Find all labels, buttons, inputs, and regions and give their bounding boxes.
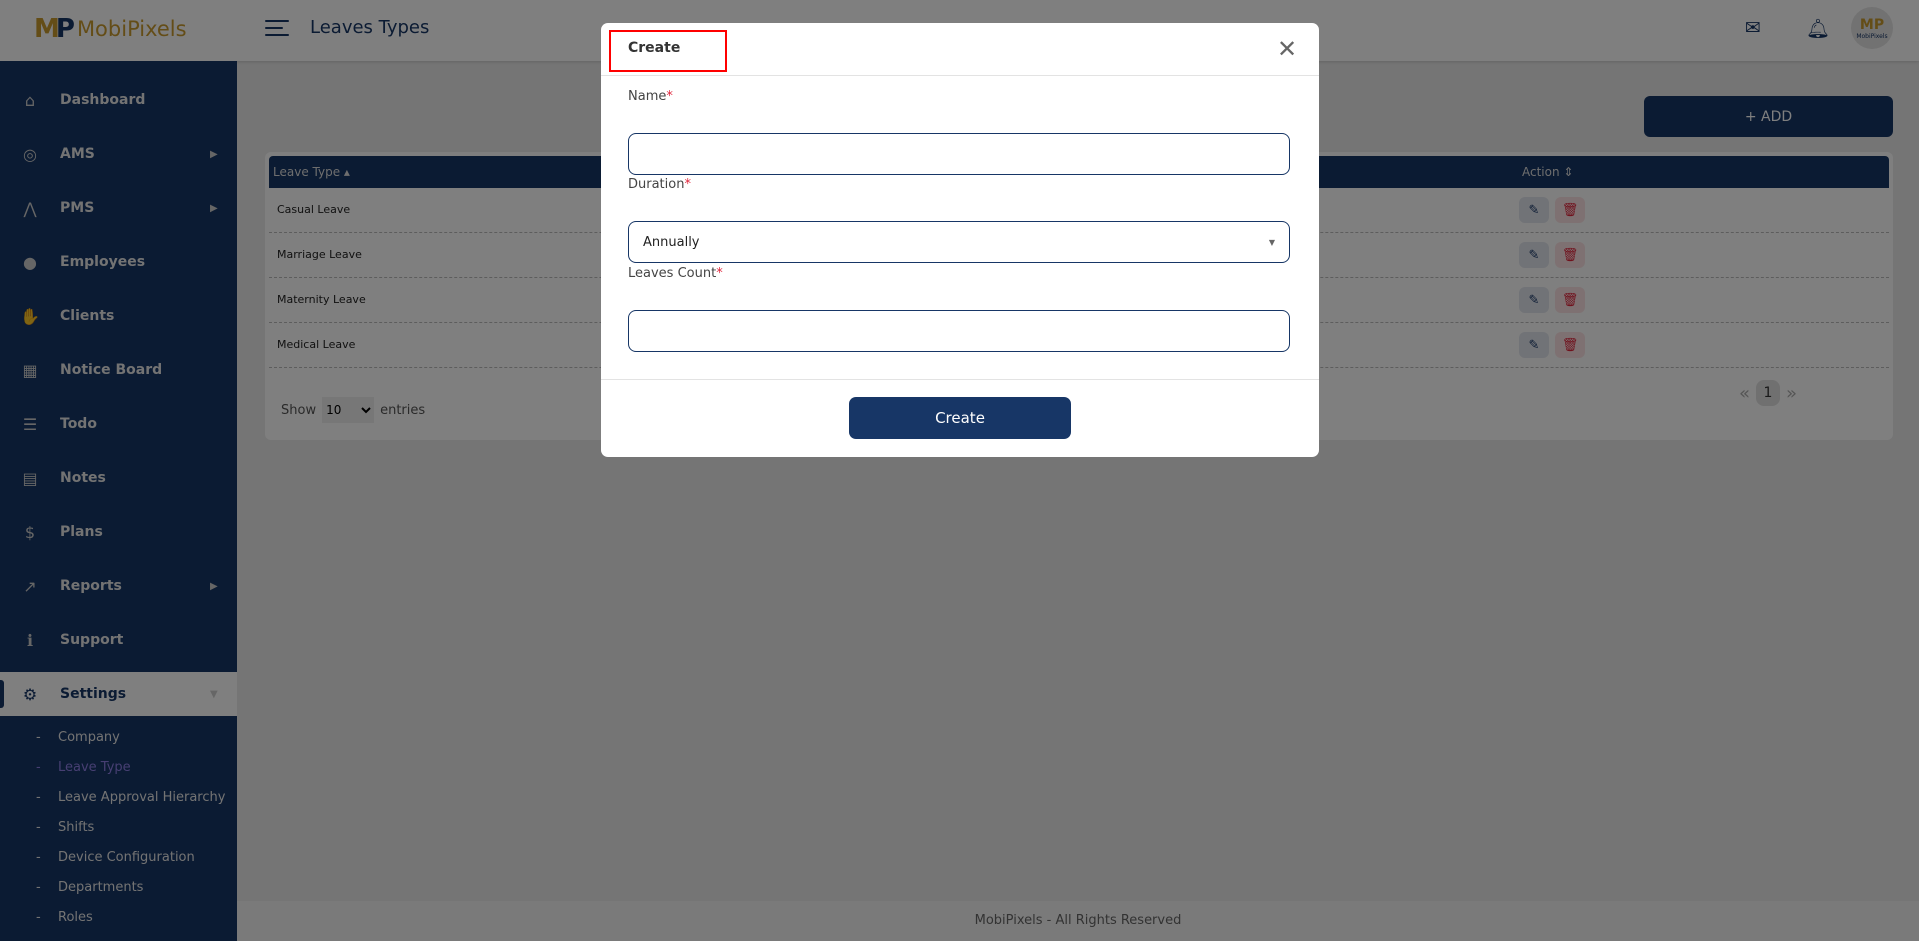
leaves-count-label: Leaves Count* [628, 266, 723, 281]
modal-title: Create [628, 40, 681, 56]
caret-down-icon: ▼ [1268, 237, 1275, 247]
leaves-count-input[interactable] [628, 310, 1290, 352]
modal-footer-divider [601, 379, 1319, 380]
modal-header: Create ✕ [601, 23, 1319, 76]
name-label: Name* [628, 89, 673, 104]
name-input[interactable] [628, 133, 1290, 175]
duration-label: Duration* [628, 177, 691, 192]
duration-select[interactable]: Annually ▼ [628, 221, 1290, 263]
close-icon[interactable]: ✕ [1277, 35, 1297, 64]
create-button[interactable]: Create [849, 397, 1071, 439]
create-modal: Create ✕ Name* Duration* Annually ▼ Leav… [601, 23, 1319, 457]
duration-value: Annually [643, 234, 700, 250]
